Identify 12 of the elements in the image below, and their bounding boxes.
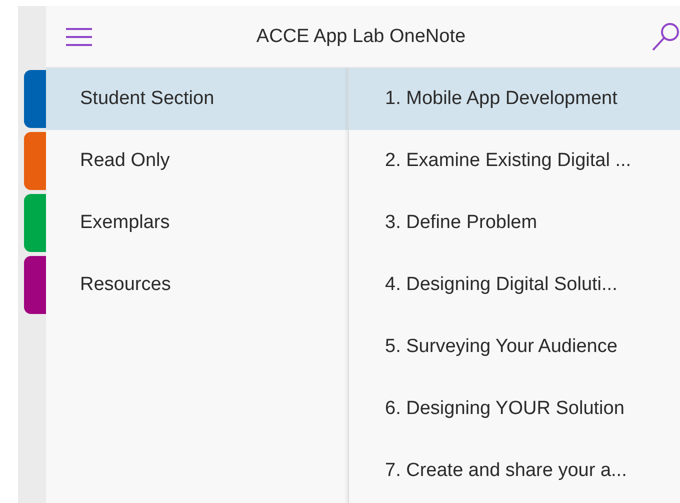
section-item[interactable]: Student Section xyxy=(46,68,348,130)
notebook-title: ACCE App Lab OneNote xyxy=(255,26,467,48)
page-item[interactable]: 7. Create and share your a... xyxy=(349,440,680,502)
page-item[interactable]: 5. Surveying Your Audience xyxy=(349,316,680,378)
page-item[interactable]: 4. Designing Digital Soluti... xyxy=(349,254,680,316)
page-item[interactable]: 1. Mobile App Development xyxy=(349,68,680,130)
page-item[interactable]: 6. Designing YOUR Solution xyxy=(349,378,680,440)
page-item[interactable]: 2. Examine Existing Digital ... xyxy=(349,130,680,192)
menu-icon xyxy=(65,26,93,46)
page-item[interactable]: 3. Define Problem xyxy=(349,192,680,254)
menu-button[interactable] xyxy=(64,26,94,48)
search-icon xyxy=(650,22,680,52)
